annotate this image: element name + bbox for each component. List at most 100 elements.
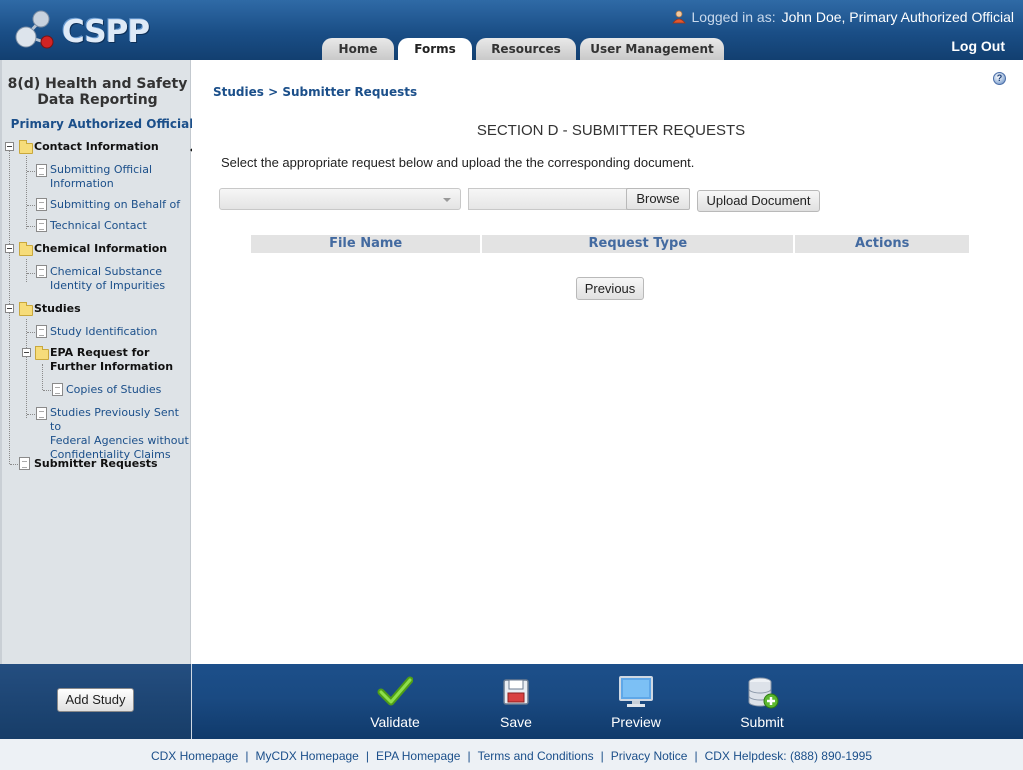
tree-folder-contact-information[interactable]: Contact Information — [34, 140, 159, 154]
tree-connector — [27, 273, 35, 274]
tree-item-studies-previously-sent[interactable]: Studies Previously Sent to Federal Agenc… — [50, 406, 190, 462]
footer-link-cdx-homepage[interactable]: CDX Homepage — [151, 749, 238, 763]
sidebar: 8(d) Health and Safety Data Reporting Pr… — [0, 60, 193, 664]
cspp-logo[interactable]: CSPP — [14, 8, 154, 52]
tab-resources[interactable]: Resources — [476, 38, 576, 60]
table-header-row: File Name Request Type Actions — [251, 235, 969, 253]
tree-item-label: Further Information — [50, 360, 174, 373]
tree-item-label: Federal Agencies without — [50, 434, 189, 447]
tree-connector — [27, 226, 35, 227]
tree-item-copies-of-studies[interactable]: Copies of Studies — [66, 383, 161, 397]
footer-link-terms[interactable]: Terms and Conditions — [478, 749, 594, 763]
footer-link-privacy[interactable]: Privacy Notice — [611, 749, 688, 763]
upload-document-button[interactable]: Upload Document — [697, 190, 820, 212]
tab-home[interactable]: Home — [322, 38, 394, 60]
page-title: SECTION D - SUBMITTER REQUESTS — [476, 122, 746, 139]
request-type-select[interactable] — [219, 188, 461, 210]
tree-item-submitting-official[interactable]: Submitting Official Information — [50, 163, 152, 191]
tree-connector — [27, 171, 35, 172]
sidebar-title: 8(d) Health and Safety Data Reporting — [2, 76, 193, 108]
add-study-button[interactable]: Add Study — [57, 688, 134, 712]
main-nav-tabs: Home Forms Resources User Management — [322, 38, 728, 60]
app-window: CSPP Logged in as: John Doe, Primary Aut… — [0, 0, 1023, 770]
preview-label: Preview — [611, 714, 661, 730]
tree-item-chemical-substance[interactable]: Chemical Substance Identity of Impuritie… — [50, 265, 165, 293]
tree-connector — [42, 364, 43, 390]
collapse-toggle-icon[interactable] — [5, 142, 14, 151]
logo-text: CSPP — [62, 14, 150, 50]
tree-connector — [10, 464, 18, 465]
monitor-icon — [619, 676, 653, 707]
uploaded-files-table: File Name Request Type Actions — [249, 235, 971, 253]
tree-folder-epa-request[interactable]: EPA Request for Further Information — [50, 346, 173, 374]
breadcrumb-current: Submitter Requests — [282, 85, 418, 99]
collapse-toggle-icon[interactable] — [5, 244, 14, 253]
tree-item-technical-contact[interactable]: Technical Contact — [50, 219, 147, 233]
save-button[interactable]: Save — [481, 674, 551, 730]
document-icon — [36, 265, 47, 278]
tree-item-label: Studies Previously Sent to — [50, 406, 179, 433]
chevron-down-icon — [443, 198, 451, 202]
user-icon — [671, 10, 686, 24]
tree-item-label: EPA Request for — [50, 346, 150, 359]
footer-link-epa-homepage[interactable]: EPA Homepage — [376, 749, 461, 763]
instructions-text: Select the appropriate request below and… — [221, 155, 695, 170]
floppy-disk-icon — [503, 679, 529, 705]
column-header-actions: Actions — [795, 235, 969, 253]
tree-connector — [43, 390, 51, 391]
tab-forms[interactable]: Forms — [398, 38, 472, 60]
tree-folder-studies[interactable]: Studies — [34, 302, 81, 316]
browse-button[interactable]: Browse — [626, 188, 690, 210]
footer-separator: | — [365, 749, 369, 763]
tree-connector — [27, 414, 35, 415]
checkmark-icon — [377, 676, 413, 706]
folder-icon — [19, 140, 33, 154]
document-icon — [36, 325, 47, 338]
login-user: John Doe, Primary Authorized Official — [781, 9, 1014, 25]
breadcrumb: Studies > Submitter Requests — [213, 85, 417, 99]
sidebar-title-line1: 8(d) Health and Safety — [7, 76, 188, 92]
sidebar-role: Primary Authorized Official — [10, 117, 194, 131]
main-content: ? Studies > Submitter Requests SECTION D… — [192, 60, 1023, 664]
action-bar: Add Study Validate Save Preview Submit — [0, 664, 1023, 739]
validate-label: Validate — [370, 714, 420, 730]
tree-item-label: Chemical Substance — [50, 265, 163, 278]
footer-link-mycdx-homepage[interactable]: MyCDX Homepage — [255, 749, 358, 763]
submit-button[interactable]: Submit — [727, 674, 797, 730]
help-icon[interactable]: ? — [993, 72, 1006, 85]
collapse-toggle-icon[interactable] — [5, 304, 14, 313]
tree-item-submitter-requests[interactable]: Submitter Requests — [34, 457, 158, 471]
tree-item-label: Submitting Official — [50, 163, 153, 176]
tab-user-management[interactable]: User Management — [580, 38, 724, 60]
document-icon — [36, 407, 47, 420]
action-bar-left: Add Study — [0, 664, 192, 739]
footer-separator: | — [467, 749, 471, 763]
preview-button[interactable]: Preview — [601, 674, 671, 730]
tree-item-study-identification[interactable]: Study Identification — [50, 325, 157, 339]
column-header-file-name[interactable]: File Name — [251, 235, 481, 253]
validate-button[interactable]: Validate — [360, 674, 430, 730]
footer-link-helpdesk[interactable]: CDX Helpdesk: (888) 890-1995 — [705, 749, 872, 763]
tree-folder-chemical-information[interactable]: Chemical Information — [34, 242, 167, 256]
footer-separator: | — [600, 749, 604, 763]
footer-separator: | — [694, 749, 698, 763]
tree-connector — [27, 332, 35, 333]
column-header-request-type[interactable]: Request Type — [482, 235, 794, 253]
breadcrumb-studies[interactable]: Studies — [213, 85, 264, 99]
document-icon — [36, 164, 47, 177]
tree-connector — [26, 319, 27, 418]
breadcrumb-separator: > — [268, 85, 279, 99]
previous-button[interactable]: Previous — [576, 277, 644, 300]
tree-item-label: Identity of Impurities — [50, 279, 166, 292]
file-path-field[interactable] — [468, 188, 628, 210]
collapse-toggle-icon[interactable] — [22, 348, 31, 357]
logout-link[interactable]: Log Out — [951, 38, 1005, 54]
footer: CDX Homepage | MyCDX Homepage | EPA Homepage… — [0, 739, 1023, 770]
document-icon — [36, 219, 47, 232]
footer-separator: | — [245, 749, 249, 763]
database-add-icon — [748, 677, 779, 709]
tree-item-submitting-on-behalf[interactable]: Submitting on Behalf of — [50, 198, 180, 212]
header-bar: CSPP Logged in as: John Doe, Primary Aut… — [0, 0, 1023, 60]
document-icon — [52, 383, 63, 396]
tree-item-label: Information — [50, 177, 114, 190]
